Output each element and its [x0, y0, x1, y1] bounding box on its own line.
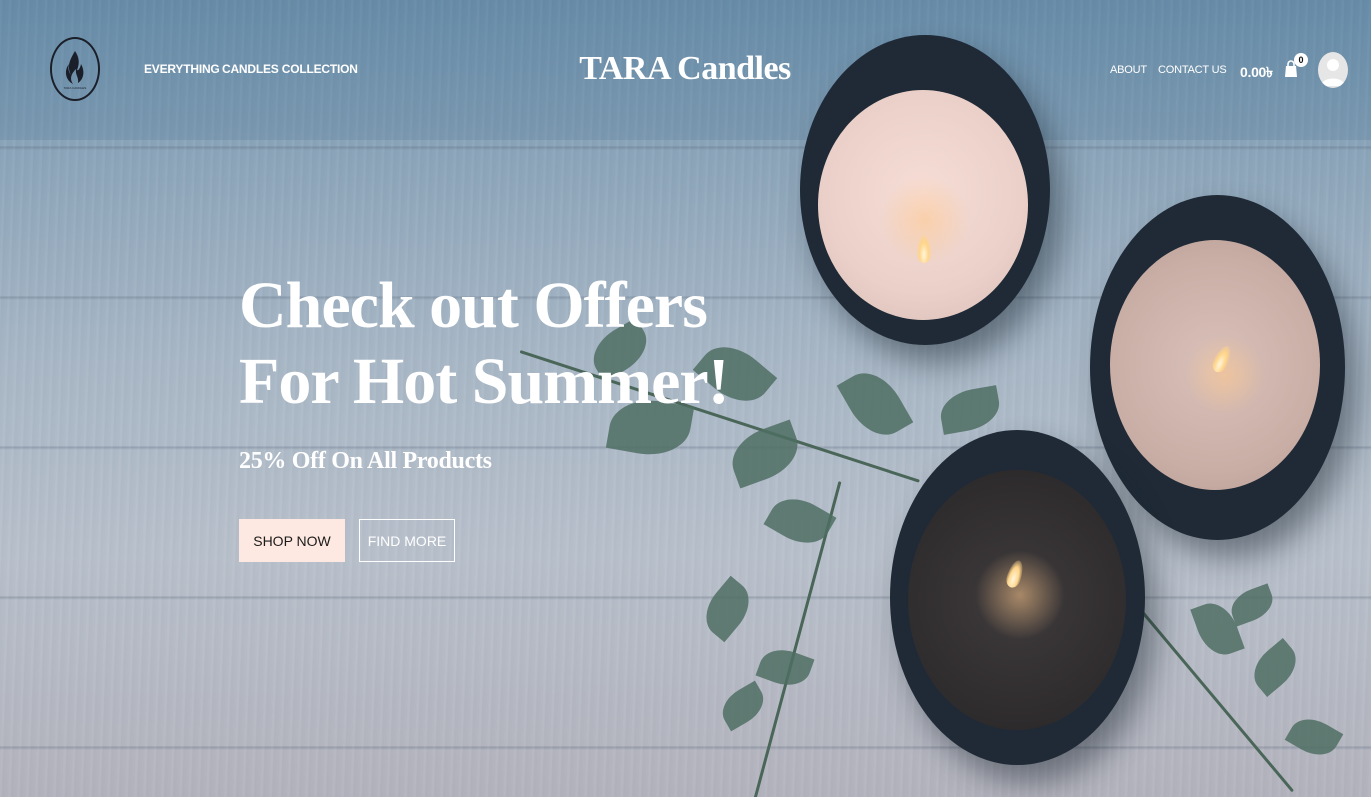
nav-about[interactable]: ABOUT	[1110, 64, 1147, 76]
hero-headline-line1: Check out Offers	[239, 269, 708, 342]
svg-text:TARA CANDLES: TARA CANDLES	[64, 86, 87, 90]
hero-headline-line2: For Hot Summer!	[239, 345, 730, 418]
candle-bottom	[890, 430, 1145, 765]
nav-candles-collection[interactable]: CANDLES COLLECTION	[222, 62, 358, 76]
user-avatar-icon[interactable]	[1318, 52, 1348, 88]
flame-logo-icon: TARA CANDLES	[64, 51, 87, 90]
shop-now-button[interactable]: SHOP NOW	[239, 519, 345, 562]
nav-everything[interactable]: EVERYTHING	[144, 62, 220, 76]
hero-subheadline: 25% Off On All Products	[239, 448, 492, 474]
candle-top	[800, 35, 1050, 345]
brand-title[interactable]: TARA Candles	[560, 50, 810, 88]
site-logo[interactable]: TARA CANDLES	[50, 37, 100, 101]
find-more-button[interactable]: FIND MORE	[359, 519, 455, 562]
nav-contact-us[interactable]: CONTACT US	[1158, 64, 1227, 76]
candle-right	[1090, 195, 1345, 540]
cart-total[interactable]: 0.00৳	[1240, 61, 1273, 85]
hero-headline: Check out Offers For Hot Summer!	[239, 268, 799, 420]
cart-count-badge: 0	[1294, 53, 1308, 67]
